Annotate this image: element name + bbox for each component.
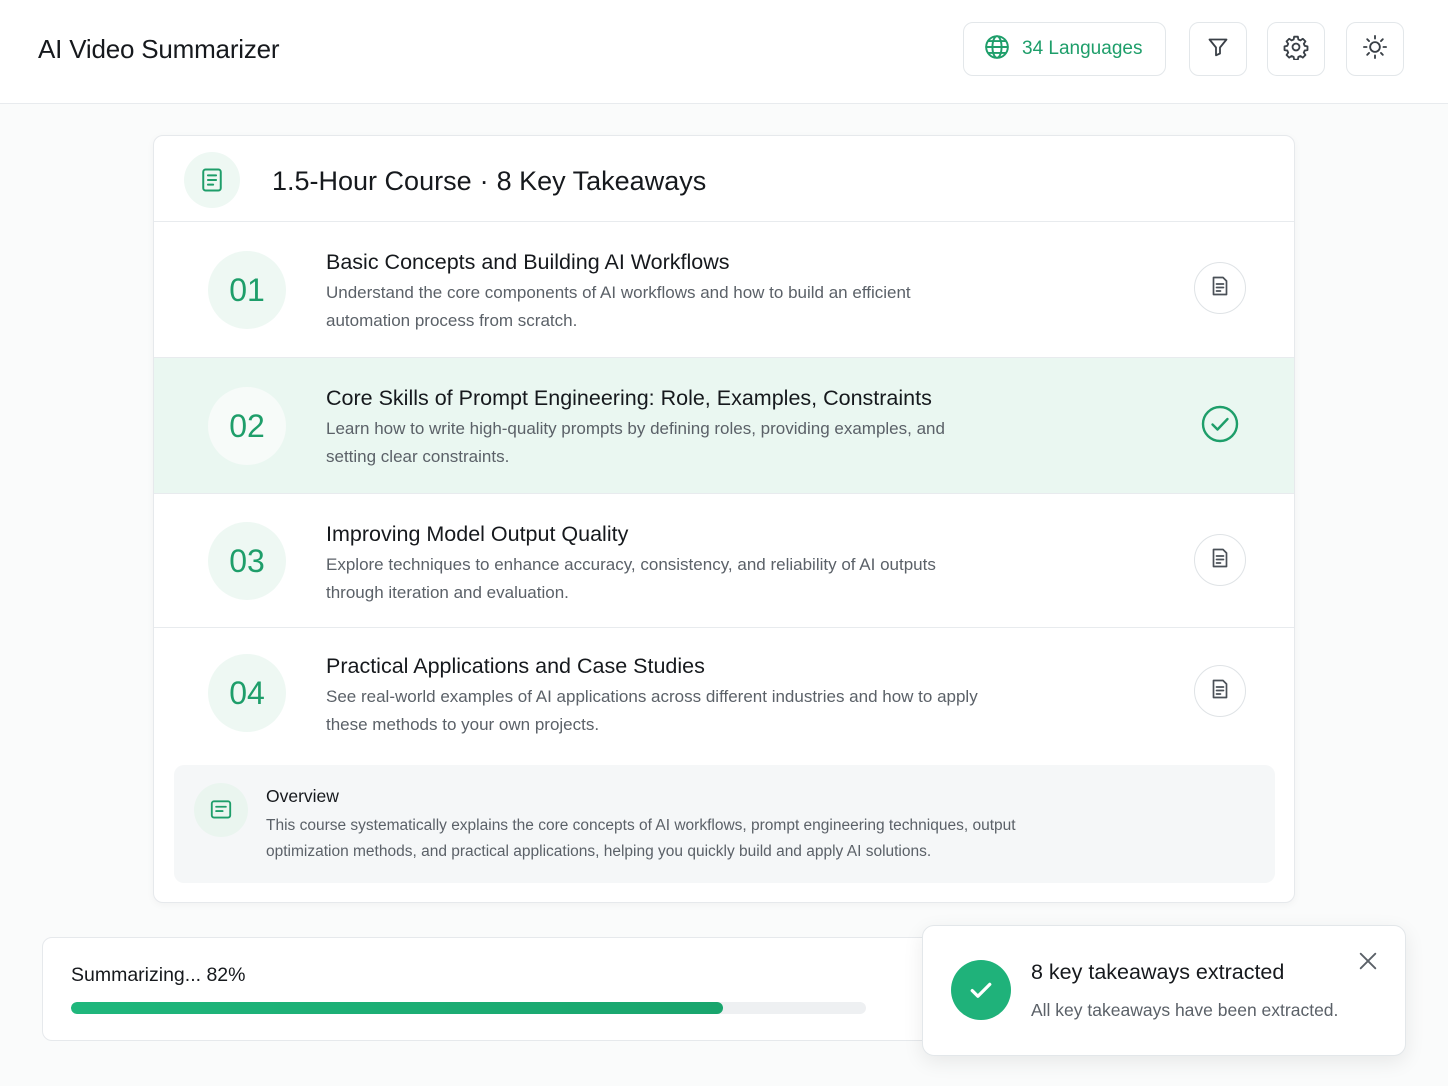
takeaway-title: Basic Concepts and Building AI Workflows (326, 250, 730, 274)
takeaway-description: Understand the core components of AI wor… (326, 283, 911, 330)
progress-label: Summarizing... 82% (71, 964, 246, 986)
progress-card: Summarizing... 82% (42, 937, 942, 1041)
course-duration: 1.5-Hour Course (272, 166, 472, 196)
summary-title: 1.5-Hour Course · 8 Key Takeaways (272, 166, 706, 197)
filter-icon (1206, 35, 1230, 64)
takeaway-row-active[interactable]: 02 Core Skills of Prompt Engineering: Ro… (154, 358, 1294, 494)
overview-text: This course systematically explains the … (266, 817, 1016, 860)
overview-title: Overview (266, 786, 339, 806)
success-toast: 8 key takeaways extracted All key takeaw… (922, 925, 1406, 1056)
theme-toggle-button[interactable] (1346, 22, 1404, 76)
takeaway-description: Explore techniques to enhance accuracy, … (326, 555, 936, 602)
toast-message: All key takeaways have been extracted. (1031, 1000, 1339, 1020)
takeaway-number: 01 (208, 251, 286, 329)
app-header: AI Video Summarizer 34 Languages (0, 0, 1448, 104)
takeaway-title: Improving Model Output Quality (326, 522, 629, 546)
takeaway-row[interactable]: 01 Basic Concepts and Building AI Workfl… (154, 222, 1294, 358)
completed-button[interactable] (1194, 400, 1246, 452)
sun-icon (1362, 34, 1388, 65)
save-note-button[interactable] (1194, 262, 1246, 314)
document-icon (184, 152, 240, 208)
title-separator: · (479, 166, 489, 196)
summary-header: 1.5-Hour Course · 8 Key Takeaways (154, 136, 1294, 222)
toast-title: 8 key takeaways extracted (1031, 960, 1285, 984)
toast-close-button[interactable] (1353, 948, 1383, 978)
note-icon (1208, 677, 1232, 706)
filter-button[interactable] (1189, 22, 1247, 76)
settings-button[interactable] (1267, 22, 1325, 76)
overview-panel: Overview This course systematically expl… (174, 765, 1275, 883)
app-title: AI Video Summarizer (38, 34, 280, 64)
takeaway-number: 03 (208, 522, 286, 600)
close-icon (1357, 950, 1379, 977)
globe-icon (984, 34, 1010, 65)
summary-card: 1.5-Hour Course · 8 Key Takeaways 01 Basic… (153, 135, 1295, 903)
languages-button[interactable]: 34 Languages (963, 22, 1166, 76)
takeaway-count: 8 Key Takeaways (496, 166, 707, 196)
takeaway-description: See real-world examples of AI applicatio… (326, 687, 978, 734)
progress-fill (71, 1002, 723, 1014)
message-icon (194, 783, 248, 837)
languages-label: 34 Languages (1022, 38, 1143, 59)
takeaway-title: Core Skills of Prompt Engineering: Role,… (326, 386, 932, 410)
takeaway-row[interactable]: 03 Improving Model Output Quality Explor… (154, 494, 1294, 628)
note-icon (1208, 546, 1232, 575)
takeaway-description: Learn how to write high-quality prompts … (326, 419, 945, 466)
save-note-button[interactable] (1194, 534, 1246, 586)
progress-bar (71, 1002, 866, 1014)
takeaway-number: 04 (208, 654, 286, 732)
takeaway-number: 02 (208, 387, 286, 465)
takeaway-title: Practical Applications and Case Studies (326, 654, 705, 678)
check-circle-icon (1200, 404, 1240, 449)
save-note-button[interactable] (1194, 665, 1246, 717)
check-icon (951, 960, 1011, 1020)
takeaway-row[interactable]: 04 Practical Applications and Case Studi… (154, 628, 1294, 758)
gear-icon (1283, 34, 1309, 65)
note-icon (1208, 274, 1232, 303)
